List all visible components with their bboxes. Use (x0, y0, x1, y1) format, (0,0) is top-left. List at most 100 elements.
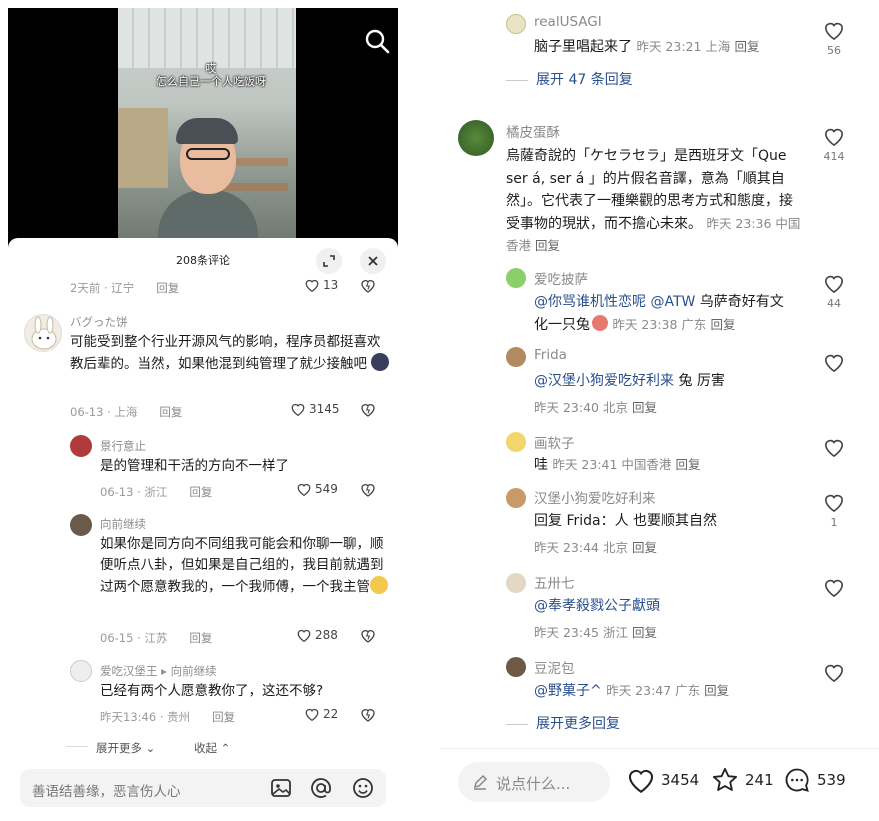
avatar[interactable] (506, 14, 526, 34)
comment-text: @奉孝殺戮公子獻頭 (534, 598, 660, 614)
crying-emoji-icon (370, 576, 388, 594)
mention-icon[interactable] (310, 777, 332, 799)
video-frame (118, 8, 296, 248)
reply-button[interactable]: 回复 (704, 683, 729, 698)
reply-button[interactable]: 回复 (632, 540, 657, 555)
comment-bubble-icon (785, 768, 809, 792)
reply-button[interactable]: 回复 (632, 625, 657, 640)
comment-text: 如果你是同方向不同组我可能会和你聊一聊，顺便听点八卦，但如果是自己组的，我目前就… (100, 534, 390, 598)
comment-text: 哇 昨天 23:41 中国香港 回复 (534, 457, 701, 473)
commenter-name[interactable]: 向前继续 (100, 516, 146, 532)
comment-input[interactable]: 善语结善缘，恶言伤人心 (20, 769, 386, 807)
reply-button[interactable]: 回复 (710, 317, 735, 332)
dislike-icon[interactable] (360, 402, 376, 422)
reply-button[interactable]: 回复 (156, 280, 179, 296)
avatar[interactable] (506, 347, 526, 367)
avatar[interactable] (70, 660, 92, 682)
comment-text: 脑子里唱起来了 昨天 23:21 上海 回复 (534, 39, 760, 55)
comment-text: 可能受到整个行业开源风气的影响，程序员都挺喜欢教后辈的。当然，如果他混到纯管理了… (70, 332, 392, 375)
like-button[interactable]: 549 (296, 482, 338, 496)
expand-more-button[interactable]: 展开更多 ⌄ (96, 740, 155, 756)
pencil-icon (473, 774, 488, 790)
commenter-name[interactable]: 汉堡小狗爱吃好利来 (534, 487, 656, 507)
like-button[interactable]: 3145 (290, 402, 340, 416)
avatar[interactable] (506, 657, 526, 677)
like-button[interactable] (819, 352, 849, 376)
left-panel: 哎 怎么自己一个人吃饭呀 208条评论 2天前 · 辽宁 回复 13 バグった饼… (0, 0, 405, 821)
commenter-name[interactable]: 爱吃汉堡王 ▸ 向前继续 (100, 663, 217, 679)
avatar[interactable] (506, 573, 526, 593)
avatar[interactable] (24, 314, 62, 352)
comment-meta: 06-13 · 浙江 回复 (100, 484, 213, 500)
close-icon[interactable] (360, 248, 386, 274)
commenter-name[interactable]: 橘皮蛋酥 (506, 121, 560, 141)
comment-text: @汉堡小狗爱吃好利来 兔 厉害 (534, 373, 725, 389)
comment-sheet: 208条评论 2天前 · 辽宁 回复 13 バグった饼 可能受到整个行业开源风气… (8, 238, 398, 821)
avatar[interactable] (458, 120, 494, 156)
like-button[interactable] (819, 577, 849, 601)
comment-text: 烏薩奇說的「ケセラセラ」是西班牙文「Que ser á, ser á 」的片假名… (506, 148, 801, 253)
right-panel: realUSAGI 脑子里唱起来了 昨天 23:21 上海 回复 56 展开 47… (440, 0, 879, 821)
reply-button[interactable]: 回复 (675, 457, 700, 472)
like-button[interactable]: 414 (819, 126, 849, 163)
chevron-up-icon: ⌃ (220, 741, 231, 755)
comment-meta: 昨天 23:40 北京 回复 (534, 400, 657, 415)
comment-count-button[interactable]: 539 (782, 766, 846, 794)
dislike-icon[interactable] (360, 628, 376, 648)
commenter-name[interactable]: 爱吃披萨 (534, 268, 588, 288)
comment-text: 是的管理和干活的方向不一样了 (100, 458, 289, 474)
comment-meta: 06-13 · 上海 回复 (70, 404, 183, 420)
image-icon[interactable] (270, 777, 292, 799)
commenter-name[interactable]: バグった饼 (70, 314, 128, 330)
avatar[interactable] (506, 268, 526, 288)
sticker-icon (592, 314, 608, 331)
like-button[interactable]: 56 (819, 20, 849, 57)
commenter-name[interactable]: realUSAGI (534, 14, 602, 30)
comment-text: @野菓子^ 昨天 23:47 广东 回复 (534, 683, 730, 699)
reply-button[interactable]: 回复 (159, 404, 182, 420)
favorite-count-button[interactable]: 241 (710, 766, 774, 794)
reply-button[interactable]: 回复 (734, 39, 759, 54)
like-count-button[interactable]: 3454 (626, 766, 699, 793)
like-button[interactable] (819, 662, 849, 686)
dislike-icon[interactable] (360, 278, 376, 298)
search-icon[interactable] (362, 26, 392, 56)
expand-replies-button[interactable]: 展开 47 条回复 (506, 69, 633, 89)
reply-button[interactable]: 回复 (212, 709, 235, 725)
like-button[interactable] (819, 437, 849, 461)
like-button[interactable]: 44 (819, 273, 849, 310)
collapse-button[interactable]: 收起 ⌃ (194, 740, 230, 756)
reply-button[interactable]: 回复 (632, 400, 657, 415)
commenter-name[interactable]: 景行意止 (100, 438, 146, 454)
avatar[interactable] (70, 435, 92, 457)
expand-more-replies-button[interactable]: 展开更多回复 (506, 713, 620, 733)
avatar[interactable] (506, 432, 526, 452)
chevron-down-icon: ⌄ (145, 741, 156, 755)
dislike-icon[interactable] (360, 707, 376, 727)
bottom-action-bar: 说点什么... 3454 241 539 (440, 748, 879, 821)
emoji-picker-icon[interactable] (352, 777, 374, 799)
avatar[interactable] (70, 514, 92, 536)
comment-meta: 昨天 23:45 浙江 回复 (534, 625, 657, 640)
video-player[interactable]: 哎 怎么自己一个人吃饭呀 (8, 8, 398, 248)
reply-button[interactable]: 回复 (189, 484, 212, 500)
like-button[interactable]: 288 (296, 628, 338, 642)
commenter-name[interactable]: 五卅七 (534, 572, 575, 592)
like-button[interactable]: 13 (304, 278, 338, 292)
video-caption: 哎 怎么自己一个人吃饭呀 (156, 62, 266, 88)
comment-meta: 昨天 23:44 北京 回复 (534, 540, 657, 555)
dislike-icon[interactable] (360, 482, 376, 502)
reply-button[interactable]: 回复 (189, 630, 212, 646)
commenter-name[interactable]: 画软子 (534, 432, 575, 452)
sheet-header: 208条评论 (8, 238, 398, 280)
reply-button[interactable]: 回复 (535, 238, 560, 253)
avatar[interactable] (506, 488, 526, 508)
comment-input[interactable]: 说点什么... (458, 762, 610, 802)
commenter-name[interactable]: 豆泥包 (534, 657, 575, 677)
commenter-name[interactable]: Frida (534, 347, 567, 363)
comment-meta: 2天前 · 辽宁 回复 (70, 280, 180, 296)
like-button[interactable]: 22 (304, 707, 338, 721)
comment-meta: 昨天13:46 · 贵州 回复 (100, 709, 236, 725)
like-button[interactable]: 1 (819, 492, 849, 529)
expand-icon[interactable] (316, 248, 342, 274)
